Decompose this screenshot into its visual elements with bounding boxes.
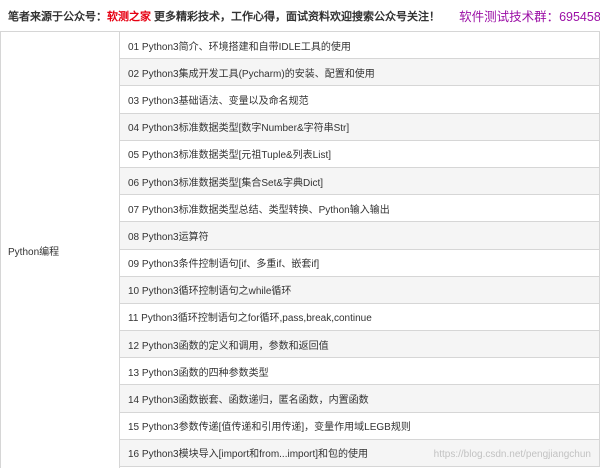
lesson-title: 01 Python3简介、环境搭建和自带IDLE工具的使用 (128, 41, 351, 53)
lesson-row[interactable]: 05 Python3标准数据类型[元祖Tuple&列表List] (120, 140, 600, 168)
lesson-row[interactable]: 10 Python3循环控制语句之while循环 (120, 276, 600, 304)
lesson-row[interactable]: 01 Python3简介、环境搭建和自带IDLE工具的使用 (120, 32, 600, 60)
category-label: Python编程 (8, 246, 60, 258)
lesson-title: 13 Python3函数的四种参数类型 (128, 367, 269, 379)
lesson-title: 09 Python3条件控制语句[if、多重if、嵌套if] (128, 259, 320, 271)
lesson-row[interactable]: 06 Python3标准数据类型[集合Set&字典Dict] (120, 167, 600, 196)
brand-name: 软测之家 (107, 10, 151, 23)
lesson-title: 05 Python3标准数据类型[元祖Tuple&列表List] (128, 150, 332, 162)
lesson-row[interactable]: 12 Python3函数的定义和调用，参数和返回值 (120, 331, 600, 359)
course-table: Python编程 01 Python3简介、环境搭建和自带IDLE工具的使用 02… (0, 31, 600, 468)
lesson-row[interactable]: 04 Python3标准数据类型[数字Number&字符串Str] (120, 113, 600, 141)
tech-group-info: 软件测试技术群：695458161 (459, 10, 600, 24)
lesson-row[interactable]: 02 Python3集成开发工具(Pycharm)的安装、配置和使用 (120, 59, 600, 87)
lesson-title: 12 Python3函数的定义和调用，参数和返回值 (128, 340, 329, 352)
lesson-title: 16 Python3模块导入[import和from...import]和包的使… (128, 449, 369, 461)
lesson-title: 04 Python3标准数据类型[数字Number&字符串Str] (128, 123, 350, 135)
source-notice: 笔者来源于公众号：软测之家 更多精彩技术，工作心得，面试资料欢迎搜索公众号关注！ (8, 8, 440, 24)
lesson-title: 02 Python3集成开发工具(Pycharm)的安装、配置和使用 (128, 68, 375, 80)
lesson-title: 08 Python3运算符 (128, 231, 209, 243)
lesson-title: 14 Python3函数嵌套、函数递归，匿名函数，内置函数 (128, 395, 369, 407)
lesson-row[interactable]: 15 Python3参数传递[值传递和引用传递]，变量作用域LEGB规则 (120, 412, 600, 440)
lesson-title: 07 Python3标准数据类型总结、类型转换、Python输入输出 (128, 204, 390, 216)
lesson-row[interactable]: 08 Python3运算符 (120, 222, 600, 250)
lesson-row[interactable]: 11 Python3循环控制语句之for循环,pass,break,contin… (120, 303, 600, 332)
lesson-row[interactable]: 09 Python3条件控制语句[if、多重if、嵌套if] (120, 249, 600, 277)
lesson-list: 01 Python3简介、环境搭建和自带IDLE工具的使用 02 Python3集… (120, 32, 600, 468)
header-banner: 笔者来源于公众号：软测之家 更多精彩技术，工作心得，面试资料欢迎搜索公众号关注！… (0, 0, 600, 31)
page: 笔者来源于公众号：软测之家 更多精彩技术，工作心得，面试资料欢迎搜索公众号关注！… (0, 0, 600, 468)
lesson-row[interactable]: 03 Python3基础语法、变量以及命名规范 (120, 86, 600, 114)
source-notice-suffix: 更多精彩技术，工作心得，面试资料欢迎搜索公众号关注！ (151, 10, 441, 23)
lesson-row[interactable]: 13 Python3函数的四种参数类型 (120, 358, 600, 386)
watermark: https://blog.csdn.net/pengjiangchun (433, 449, 591, 460)
lesson-row[interactable]: 14 Python3函数嵌套、函数递归，匿名函数，内置函数 (120, 385, 600, 413)
lesson-title: 15 Python3参数传递[值传递和引用传递]，变量作用域LEGB规则 (128, 422, 411, 434)
category-cell: Python编程 (1, 32, 120, 468)
lesson-row[interactable]: 07 Python3标准数据类型总结、类型转换、Python输入输出 (120, 195, 600, 223)
lesson-title: 03 Python3基础语法、变量以及命名规范 (128, 95, 309, 107)
source-notice-prefix: 笔者来源于公众号： (8, 10, 107, 23)
lesson-title: 10 Python3循环控制语句之while循环 (128, 286, 292, 298)
lesson-title: 06 Python3标准数据类型[集合Set&字典Dict] (128, 177, 324, 189)
lesson-title: 11 Python3循环控制语句之for循环,pass,break,contin… (128, 313, 372, 325)
